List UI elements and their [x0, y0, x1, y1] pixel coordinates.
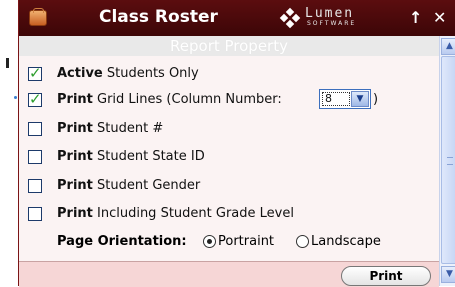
closing-paren: )	[373, 92, 379, 107]
scroll-down-arrow-icon[interactable]: ▼	[441, 266, 455, 283]
column-number-value: 8	[322, 92, 350, 106]
class-roster-window: Class Roster Lumen SOFTWARE ↑ ✕ Report P…	[18, 0, 455, 287]
move-up-button[interactable]: ↑	[409, 8, 422, 27]
logo-subtext: SOFTWARE	[307, 20, 357, 27]
briefcase-icon	[29, 8, 47, 26]
panel-header: Report Property	[19, 36, 439, 56]
check-icon: ✓	[29, 64, 42, 82]
scroll-up-arrow-icon[interactable]: ▲	[441, 38, 455, 55]
column-number-select[interactable]: 8 ▼	[319, 89, 371, 109]
scroll-thumb[interactable]	[441, 56, 455, 264]
state-id-checkbox[interactable]	[28, 150, 42, 164]
gender-checkbox[interactable]	[28, 179, 42, 193]
landscape-radio[interactable]	[296, 235, 309, 248]
grade-level-checkbox[interactable]	[28, 207, 42, 221]
print-button[interactable]: Print	[341, 266, 431, 286]
window-title: Class Roster	[99, 7, 218, 27]
background-edge	[0, 0, 20, 286]
radio-selected-dot	[207, 239, 212, 244]
report-property-panel: Report Property ✓ Active Students Only ✓…	[19, 36, 439, 287]
grid-lines-checkbox[interactable]: ✓	[28, 90, 42, 108]
footer-bar: Print	[19, 261, 439, 287]
option-label: Active Students Only	[57, 66, 199, 81]
portrait-label[interactable]: Portraint	[218, 234, 274, 249]
landscape-label[interactable]: Landscape	[311, 234, 381, 249]
vertical-scrollbar[interactable]: ▲ ▼	[439, 36, 455, 286]
background-fragment	[14, 96, 17, 99]
option-label: Print Student #	[57, 121, 164, 136]
check-icon: ✓	[29, 90, 42, 108]
lumen-logo-mark	[279, 7, 301, 29]
option-label: Print Student State ID	[57, 149, 205, 164]
portrait-radio[interactable]	[203, 235, 216, 248]
orientation-label: Page Orientation:	[57, 234, 187, 249]
grip-icon	[447, 157, 453, 165]
chevron-down-icon[interactable]: ▼	[351, 91, 369, 107]
option-label: Print Grid Lines (Column Number:	[57, 92, 282, 107]
student-number-checkbox[interactable]	[28, 122, 42, 136]
title-bar[interactable]: Class Roster Lumen SOFTWARE ↑ ✕	[19, 0, 455, 36]
close-button[interactable]: ✕	[433, 8, 446, 27]
logo-text: Lumen	[305, 6, 355, 21]
option-label: Print Including Student Grade Level	[57, 206, 294, 221]
background-fragment	[6, 58, 9, 68]
option-label: Print Student Gender	[57, 178, 201, 193]
active-students-checkbox[interactable]: ✓	[28, 64, 42, 82]
